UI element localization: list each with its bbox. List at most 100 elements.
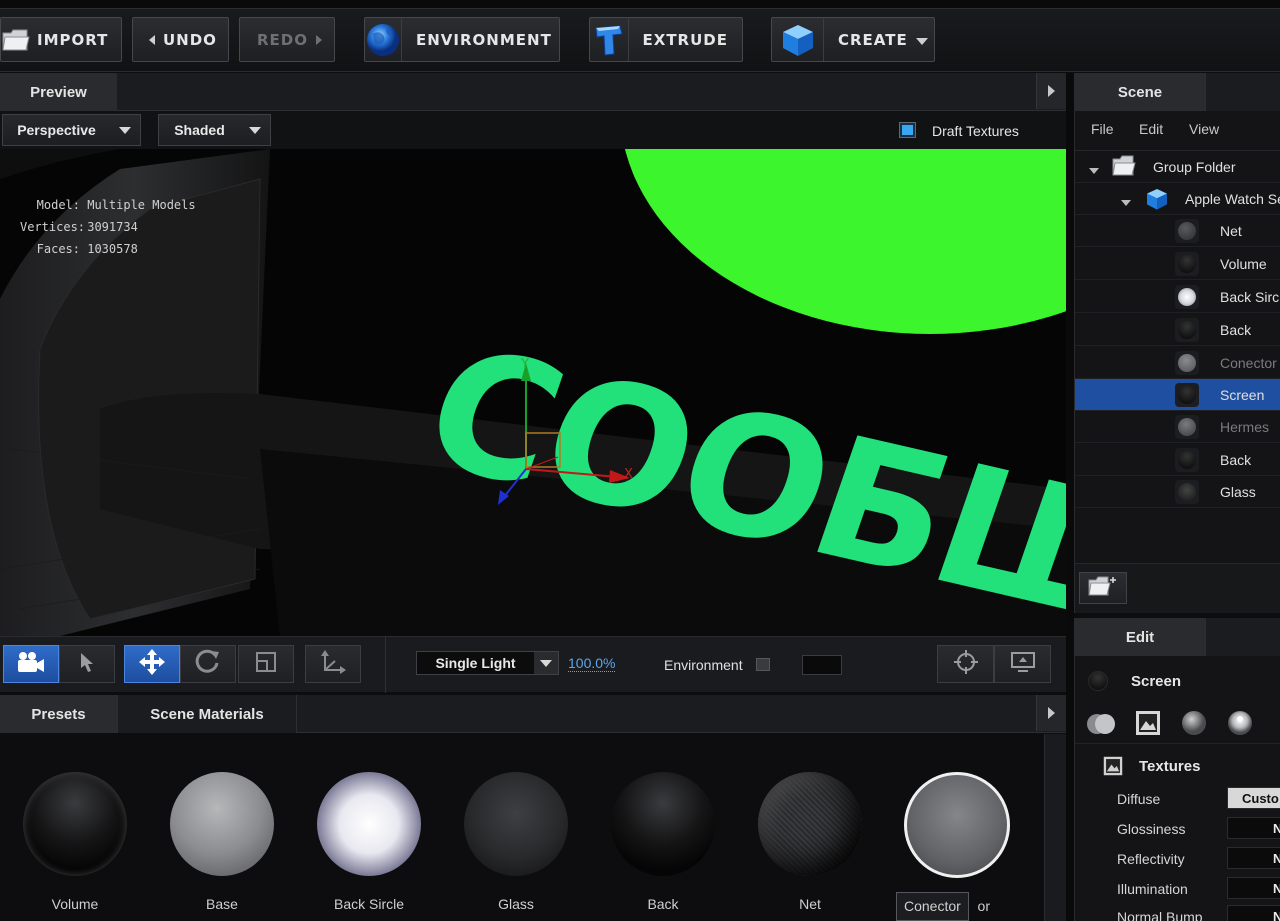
material-sphere-icon	[1175, 218, 1199, 243]
3d-viewport[interactable]: Model: Multiple Models Vertices: 3091734…	[0, 149, 1066, 636]
material-sphere-icon	[1175, 350, 1199, 375]
menu-view[interactable]: View	[1189, 121, 1219, 137]
material-back-sircle[interactable]: Back Sircle	[314, 772, 424, 912]
rotate-tool-button[interactable]	[180, 645, 236, 683]
material-header: Screen	[1075, 660, 1280, 702]
material-glass[interactable]: Glass	[461, 772, 571, 912]
diffuse-value[interactable]: Custo	[1227, 787, 1280, 809]
tree-item-conector[interactable]: Conector	[1075, 347, 1280, 379]
move-tool-button[interactable]	[124, 645, 180, 683]
material-net[interactable]: Net	[755, 772, 865, 912]
textures-section[interactable]: Textures	[1075, 748, 1280, 784]
material-name: Screen	[1131, 673, 1182, 690]
expand-triangle-icon[interactable]	[1089, 161, 1099, 177]
axis-corner-icon	[319, 649, 347, 680]
panel-splitter[interactable]	[1066, 73, 1074, 921]
redo-button[interactable]: REDO	[239, 17, 335, 62]
chevron-down-icon	[534, 652, 558, 674]
material-thumbnail	[758, 772, 862, 876]
chevron-right-icon	[316, 31, 322, 49]
tree-item-back-sircle[interactable]: Back Sircl	[1075, 281, 1280, 313]
focus-button[interactable]	[937, 645, 994, 683]
light-dropdown[interactable]: Single Light	[416, 651, 559, 675]
tree-item-back-2[interactable]: Back	[1075, 444, 1280, 476]
normal-bump-value[interactable]: No	[1227, 905, 1280, 921]
select-tool-button[interactable]	[59, 645, 115, 683]
globe-icon	[365, 18, 402, 61]
scene-footer	[1075, 563, 1280, 613]
glossiness-value[interactable]: No	[1227, 817, 1280, 839]
material-sphere-icon	[1175, 382, 1199, 407]
tab-presets[interactable]: Presets	[0, 695, 117, 733]
material-thumbnail	[611, 772, 715, 876]
reflectivity-value[interactable]: No	[1227, 847, 1280, 869]
collapse-arrow-icon[interactable]	[1036, 73, 1066, 109]
folder-icon	[1, 18, 31, 61]
tree-item-hermes[interactable]: Hermes	[1075, 411, 1280, 443]
material-thumbnail	[904, 772, 1010, 878]
material-thumbnail	[170, 772, 274, 876]
material-back[interactable]: Back	[608, 772, 718, 912]
tab-empty	[1205, 618, 1280, 656]
tree-item-screen[interactable]: Screen	[1075, 379, 1280, 411]
tab-empty	[1205, 73, 1280, 111]
image-icon[interactable]	[1135, 710, 1161, 741]
environment-color-swatch[interactable]	[802, 655, 842, 675]
camera-tool-button[interactable]	[3, 645, 59, 683]
material-base[interactable]: Base	[167, 772, 277, 912]
tab-scene[interactable]: Scene	[1075, 73, 1205, 111]
scale-tool-button[interactable]	[238, 645, 294, 683]
material-thumbnail	[317, 772, 421, 876]
import-button[interactable]: IMPORT	[0, 17, 122, 62]
menu-file[interactable]: File	[1091, 121, 1114, 137]
main-toolbar: IMPORT UNDO REDO ENVIRONMENT EXTRUDE CRE…	[0, 0, 1280, 72]
new-folder-icon	[1087, 575, 1119, 602]
material-thumbnail	[23, 772, 127, 876]
environment-checkbox[interactable]	[756, 658, 770, 671]
tree-item-volume[interactable]: Volume	[1075, 248, 1280, 280]
view-mode-dropdown[interactable]: Perspective	[2, 114, 141, 146]
material-volume[interactable]: Volume	[20, 772, 130, 912]
chevron-down-icon	[240, 126, 270, 134]
tree-item-group-folder[interactable]: Group Folder	[1075, 151, 1280, 183]
tree-item-net[interactable]: Net	[1075, 215, 1280, 247]
expand-triangle-icon[interactable]	[1121, 193, 1131, 209]
material-sphere-icon	[1175, 284, 1199, 309]
transform-gizmo[interactable]	[488, 357, 648, 507]
scale-box-icon	[255, 651, 277, 678]
chevron-down-icon	[915, 31, 928, 49]
axis-y-label: Y	[521, 357, 529, 372]
display-button[interactable]	[994, 645, 1051, 683]
viewport-toolbar: Single Light 100.0% Environment	[0, 636, 1066, 693]
illumination-value[interactable]: No	[1227, 877, 1280, 899]
tab-scene-materials[interactable]: Scene Materials	[117, 695, 297, 733]
extrude-button[interactable]: EXTRUDE	[589, 17, 743, 62]
shading-dropdown[interactable]: Shaded	[158, 114, 271, 146]
menu-edit[interactable]: Edit	[1139, 121, 1163, 137]
undo-button[interactable]: UNDO	[132, 17, 229, 62]
tree-item-apple-watch[interactable]: Apple Watch Se	[1075, 183, 1280, 215]
axis-tool-button[interactable]	[305, 645, 361, 683]
new-folder-button[interactable]	[1079, 572, 1127, 604]
collapse-arrow-icon[interactable]	[1036, 695, 1066, 731]
tree-item-back[interactable]: Back	[1075, 314, 1280, 346]
light-sphere-icon[interactable]	[1227, 710, 1253, 741]
zoom-value[interactable]: 100.0%	[568, 655, 616, 672]
material-sphere-icon	[1175, 414, 1199, 439]
move-arrows-icon	[138, 648, 166, 681]
tab-edit[interactable]: Edit	[1075, 618, 1205, 656]
draft-textures-checkbox[interactable]	[900, 123, 915, 137]
prop-illumination: Illumination No	[1075, 874, 1280, 904]
tree-item-glass[interactable]: Glass	[1075, 476, 1280, 508]
prop-reflectivity: Reflectivity No	[1075, 844, 1280, 874]
create-button[interactable]: CREATE	[771, 17, 935, 62]
tab-preview[interactable]: Preview	[0, 73, 117, 111]
environment-button[interactable]: ENVIRONMENT	[364, 17, 560, 62]
video-camera-icon	[16, 651, 46, 678]
chevron-left-icon	[133, 34, 155, 45]
prop-diffuse: Diffuse Custo	[1075, 784, 1280, 814]
draft-textures-label: Draft Textures	[932, 123, 1019, 139]
material-mode-icon[interactable]	[1085, 712, 1117, 741]
materials-scrollbar[interactable]	[1044, 734, 1066, 921]
sphere-icon[interactable]	[1181, 710, 1207, 741]
